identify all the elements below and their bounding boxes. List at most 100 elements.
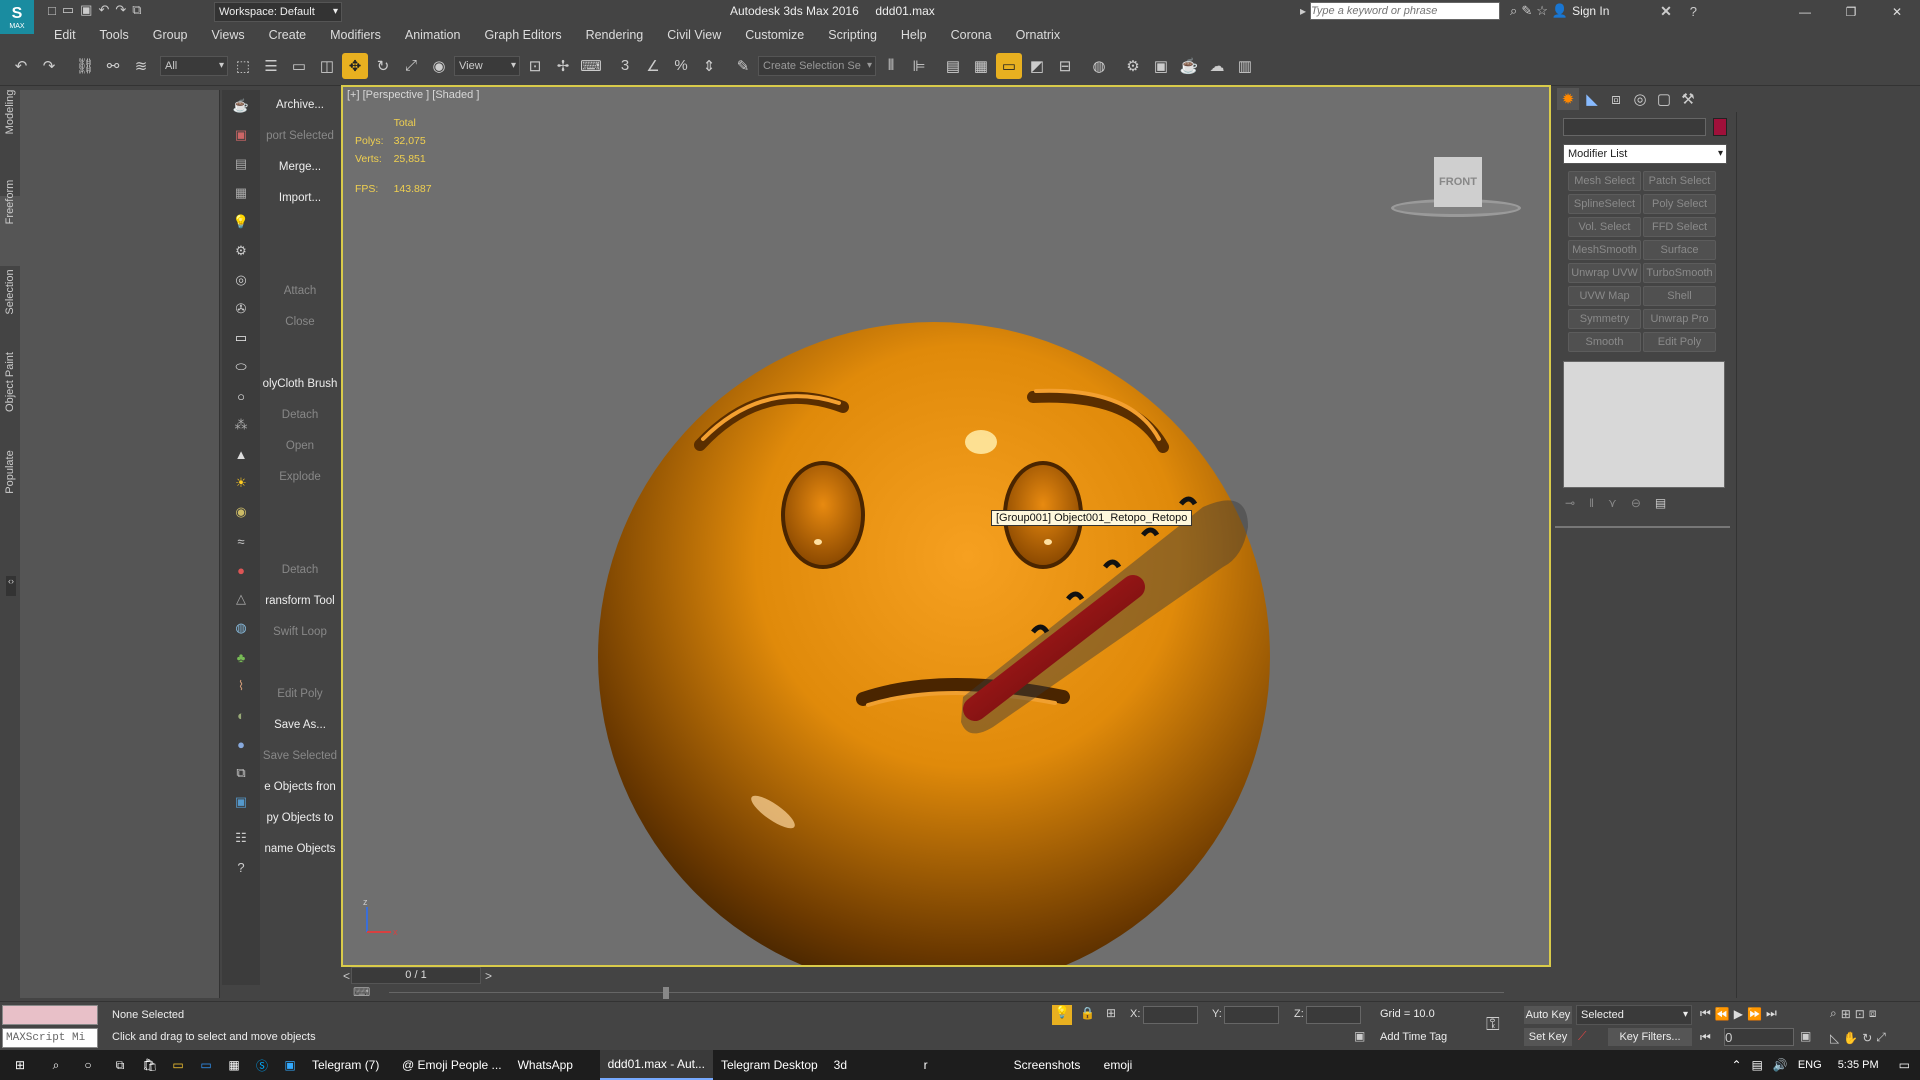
create-tab-icon[interactable]: ✹ bbox=[1557, 88, 1579, 110]
tool-button-py-objects-to[interactable]: py Objects to bbox=[262, 803, 338, 834]
ring-icon[interactable]: ◉ bbox=[228, 499, 254, 525]
set-key-mode-icon[interactable]: ⚿ bbox=[1486, 1014, 1500, 1035]
align-icon[interactable]: ⊫ bbox=[906, 53, 932, 79]
select-scale-icon[interactable]: ⤢ bbox=[398, 53, 424, 79]
pill-icon[interactable]: ● bbox=[228, 557, 254, 583]
reference-coordinate-dropdown[interactable]: View bbox=[454, 55, 520, 76]
render-production-icon[interactable]: ☕ bbox=[1176, 53, 1202, 79]
hair-icon[interactable]: ⌇ bbox=[228, 673, 254, 699]
z-coord-field[interactable] bbox=[1306, 1006, 1361, 1024]
window-crossing-icon[interactable]: ◫ bbox=[314, 53, 340, 79]
store-icon[interactable]: 🛍 bbox=[136, 1050, 164, 1080]
tool-icon-slot[interactable] bbox=[262, 214, 338, 245]
edit-named-selection-icon[interactable]: ✎ bbox=[730, 53, 756, 79]
render-activeshade-icon[interactable]: ▥ bbox=[1232, 53, 1258, 79]
modifier-button-turbosmooth[interactable]: TurboSmooth bbox=[1643, 263, 1716, 283]
ribbon-minimize-toggle[interactable]: ‹› bbox=[6, 576, 16, 596]
selection-filter-dropdown[interactable]: All bbox=[160, 55, 228, 76]
exchange-icon[interactable]: ✕ bbox=[1660, 3, 1672, 20]
zoom-all-icon[interactable]: ⊞ bbox=[1841, 1007, 1851, 1021]
photoshop-icon[interactable]: ▣ bbox=[276, 1050, 304, 1080]
hierarchy-tab-icon[interactable]: ⧈ bbox=[1605, 88, 1627, 110]
render-setup-icon[interactable]: ⚙ bbox=[1120, 53, 1146, 79]
emoji-model[interactable] bbox=[343, 87, 1549, 965]
tool-icon-slot[interactable] bbox=[262, 524, 338, 555]
redo-icon[interactable]: ↷ bbox=[36, 53, 62, 79]
restore-button[interactable]: ❐ bbox=[1828, 5, 1874, 19]
menu-scripting[interactable]: Scripting bbox=[816, 24, 889, 46]
tool-button-save-as[interactable]: Save As... bbox=[262, 710, 338, 741]
scene-explorer-icon[interactable]: ▦ bbox=[968, 53, 994, 79]
modify-tab-icon[interactable]: ◣ bbox=[1581, 88, 1603, 110]
time-slider-prev[interactable]: < bbox=[343, 969, 350, 983]
time-slider[interactable]: < 0 / 1 > bbox=[341, 967, 1551, 985]
material-editor-icon[interactable]: ◍ bbox=[1086, 53, 1112, 79]
show-end-result-icon[interactable]: ‖ bbox=[1589, 496, 1594, 510]
taskbar-item[interactable]: emoji bbox=[1096, 1050, 1186, 1080]
tool-button-e-objects-fron[interactable]: e Objects fron bbox=[262, 772, 338, 803]
tray-chevron-icon[interactable]: ⌃ bbox=[1731, 1058, 1741, 1072]
sun-icon[interactable]: ☀ bbox=[228, 470, 254, 496]
tool-button-merge[interactable]: Merge... bbox=[262, 152, 338, 183]
configure-modifier-sets-icon[interactable]: ▤ bbox=[1655, 496, 1666, 510]
tab-modeling[interactable]: Modeling bbox=[0, 90, 20, 166]
camera-icon[interactable]: ◎ bbox=[228, 267, 254, 293]
modifier-list-dropdown[interactable]: Modifier List bbox=[1563, 144, 1727, 164]
taskbar-item[interactable]: Telegram (7) bbox=[304, 1050, 394, 1080]
percent-snap-icon[interactable]: % bbox=[668, 53, 694, 79]
next-frame-icon[interactable]: ⏩ bbox=[1747, 1007, 1762, 1021]
menu-animation[interactable]: Animation bbox=[393, 24, 473, 46]
pin-stack-icon[interactable]: ⊸ bbox=[1565, 496, 1575, 510]
file-explorer-icon[interactable]: ▭ bbox=[164, 1050, 192, 1080]
modifier-button-edit-poly[interactable]: Edit Poly bbox=[1643, 332, 1716, 352]
binoculars-icon[interactable]: ⌕ bbox=[1510, 3, 1517, 19]
modifier-button-unwrap-uvw[interactable]: Unwrap UVW bbox=[1568, 263, 1641, 283]
maxscript-listener-pink[interactable] bbox=[2, 1005, 98, 1025]
modifier-button-vol-select[interactable]: Vol. Select bbox=[1568, 217, 1641, 237]
modifier-button-splineselect[interactable]: SplineSelect bbox=[1568, 194, 1641, 214]
snaps-toggle-icon[interactable]: 3 bbox=[612, 53, 638, 79]
pan-icon[interactable]: ✋ bbox=[1843, 1031, 1858, 1045]
open-file-icon[interactable]: ▭ bbox=[62, 2, 74, 18]
favorites-star-icon[interactable]: ☆ bbox=[1536, 3, 1548, 19]
ellipse-icon[interactable]: ⬭ bbox=[228, 354, 254, 380]
orbit-icon[interactable]: ↻ bbox=[1862, 1031, 1872, 1045]
make-unique-icon[interactable]: ⋎ bbox=[1608, 496, 1617, 510]
menu-customize[interactable]: Customize bbox=[733, 24, 816, 46]
time-slider-next[interactable]: > bbox=[485, 969, 492, 983]
zoom-extents-all-icon[interactable]: ⧈ bbox=[1869, 1006, 1877, 1021]
close-button[interactable]: ✕ bbox=[1874, 5, 1920, 19]
select-move-icon[interactable]: ✥ bbox=[342, 52, 368, 79]
globe-icon[interactable]: ◍ bbox=[228, 615, 254, 641]
sphere-icon[interactable]: ● bbox=[228, 731, 254, 757]
modifier-button-mesh-select[interactable]: Mesh Select bbox=[1568, 171, 1641, 191]
current-frame-field[interactable] bbox=[1724, 1028, 1794, 1046]
taskbar-item[interactable]: Screenshots bbox=[1006, 1050, 1096, 1080]
tool-button-ransform-tool[interactable]: ransform Tool bbox=[262, 586, 338, 617]
network-icon[interactable]: ▤ bbox=[1752, 1058, 1763, 1072]
taskbar-item[interactable]: Telegram Desktop bbox=[713, 1050, 826, 1080]
tool-icon-slot[interactable] bbox=[262, 338, 338, 369]
rename-objects-icon[interactable]: ▣ bbox=[228, 789, 254, 815]
link-icon[interactable]: ⛓ bbox=[72, 53, 98, 79]
object-name-field[interactable] bbox=[1563, 118, 1706, 136]
workspace-dropdown[interactable]: Workspace: Default bbox=[214, 2, 342, 22]
tool-icon-slot[interactable] bbox=[262, 648, 338, 679]
tab-selection[interactable]: Selection bbox=[0, 269, 20, 346]
previous-frame-icon[interactable]: ⏪ bbox=[1715, 1007, 1730, 1021]
maximize-viewport-icon[interactable]: ⤢ bbox=[1876, 1030, 1886, 1045]
bind-space-warp-icon[interactable]: ≋ bbox=[128, 53, 154, 79]
menu-modifiers[interactable]: Modifiers bbox=[318, 24, 393, 46]
menu-ornatrix[interactable]: Ornatrix bbox=[1004, 24, 1072, 46]
modifier-stack-list[interactable] bbox=[1563, 361, 1725, 488]
lightbulb-icon[interactable]: 💡 bbox=[228, 209, 254, 235]
skype-icon[interactable]: Ⓢ bbox=[248, 1050, 276, 1080]
modifier-button-meshsmooth[interactable]: MeshSmooth bbox=[1568, 240, 1641, 260]
viewcube-front-face[interactable]: FRONT bbox=[1434, 157, 1482, 207]
modifier-button-patch-select[interactable]: Patch Select bbox=[1643, 171, 1716, 191]
x-coord-field[interactable] bbox=[1143, 1006, 1198, 1024]
curve-editor-icon[interactable]: ◩ bbox=[1024, 53, 1050, 79]
select-object-icon[interactable]: ⬚ bbox=[230, 53, 256, 79]
tab-populate[interactable]: Populate bbox=[0, 450, 20, 526]
maxscript-mini-listener[interactable]: MAXScript Mi bbox=[2, 1028, 98, 1048]
